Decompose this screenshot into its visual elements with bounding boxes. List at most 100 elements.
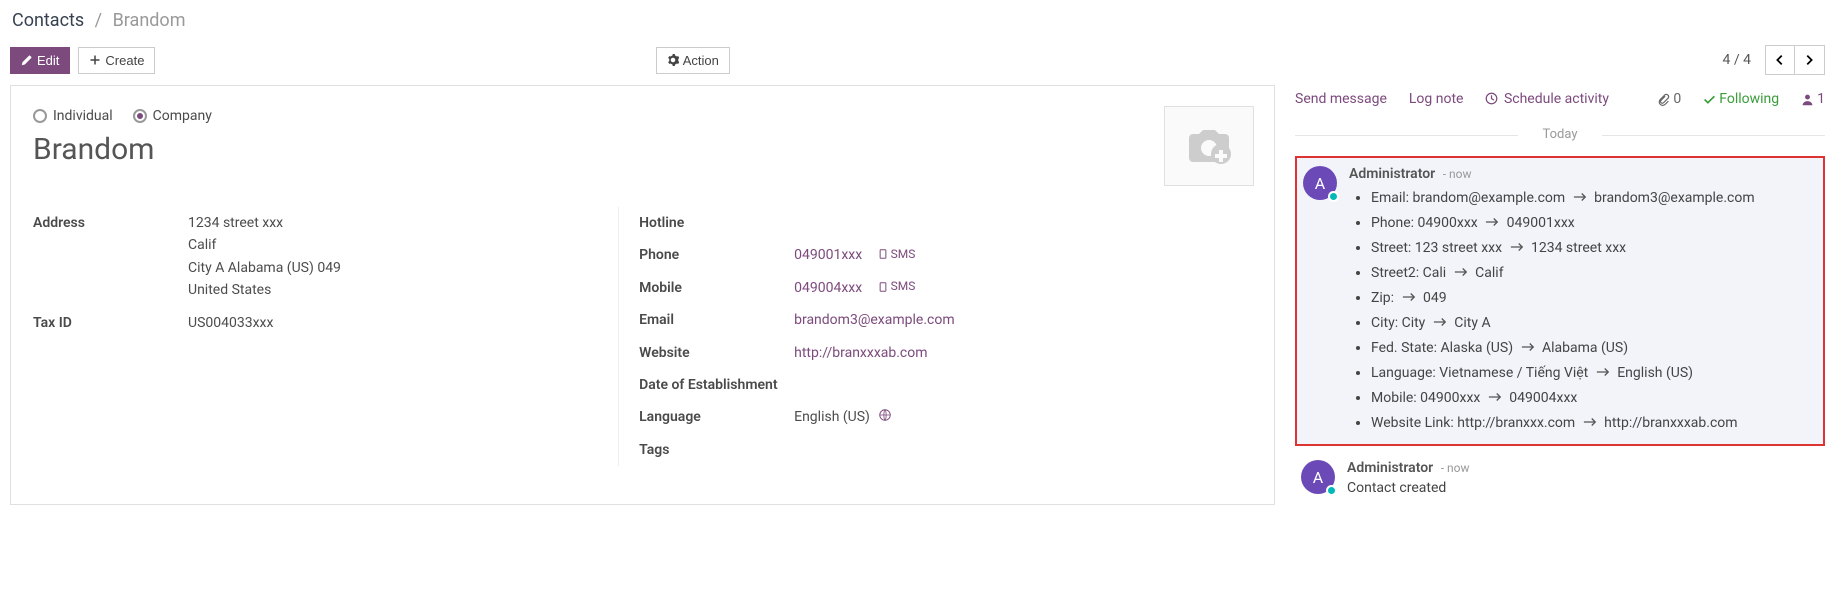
value-website[interactable]: http://branxxxab.com [794,345,927,361]
change-item: Language: Vietnamese / Tiếng Việt Englis… [1371,361,1817,386]
check-icon [1703,93,1716,106]
label-email: Email [639,309,794,331]
edit-button-label: Edit [37,53,59,68]
sms-label: SMS [891,245,916,264]
action-button[interactable]: Action [656,47,730,74]
mobile-icon [878,282,888,292]
radio-icon [33,109,47,123]
value-tags [794,439,1252,461]
label-taxid: Tax ID [33,312,188,334]
create-button-label: Create [105,53,144,68]
arrow-right-icon [1510,242,1524,252]
pager-prev-button[interactable] [1765,45,1795,75]
pager-next-button[interactable] [1795,45,1825,75]
message-author[interactable]: Administrator [1349,166,1435,182]
edit-button[interactable]: Edit [10,47,70,74]
change-item: Website Link: http://branxxx.com http://… [1371,411,1817,436]
message-text: Contact created [1347,480,1819,496]
value-doe [794,374,1252,396]
schedule-activity-label: Schedule activity [1504,91,1609,107]
address-line4: United States [188,279,618,301]
arrow-right-icon [1488,392,1502,402]
change-item: Street2: Cali Calif [1371,261,1817,286]
change-item: Fed. State: Alaska (US) Alabama (US) [1371,336,1817,361]
sms-button-mobile[interactable]: SMS [878,277,916,296]
user-icon [1801,93,1814,106]
message-created: A Administrator - now Contact created [1295,452,1825,504]
address-line2: Calif [188,234,618,256]
value-taxid: US004033xxx [188,312,618,334]
chatter-panel: Send message Log note Schedule activity … [1295,85,1825,505]
avatar: A [1301,460,1335,494]
radio-individual[interactable]: Individual [33,108,113,124]
label-tags: Tags [639,439,794,461]
avatar: A [1303,166,1337,200]
chevron-right-icon [1802,53,1816,67]
label-doe: Date of Establishment [639,374,794,396]
sms-button-phone[interactable]: SMS [878,245,916,264]
breadcrumb-separator: / [95,10,102,31]
presence-dot [1328,191,1339,202]
radio-company[interactable]: Company [133,108,212,124]
gear-icon [667,54,679,66]
form-panel: Individual Company Brandom Address [10,85,1275,505]
value-language: English (US) [794,409,870,425]
create-button[interactable]: Create [78,47,155,74]
change-list: Email: brandom@example.com brandom3@exam… [1371,186,1817,436]
arrow-right-icon [1402,292,1416,302]
arrow-right-icon [1596,367,1610,377]
value-hotline [794,212,1252,234]
toolbar: Edit Create Action 4 / 4 [0,41,1835,85]
label-language: Language [639,406,794,428]
radio-icon-checked [133,109,147,123]
message-author[interactable]: Administrator [1347,460,1433,476]
image-placeholder[interactable] [1164,106,1254,186]
arrow-right-icon [1433,317,1447,327]
pencil-icon [21,54,33,66]
page-title: Brandom [33,132,1252,167]
address-line3: City A Alabama (US) 049 [188,257,618,279]
follower-count: 1 [1817,91,1825,107]
presence-dot [1326,485,1337,496]
breadcrumb: Contacts / Brandom [0,0,1835,41]
value-email[interactable]: brandom3@example.com [794,312,955,328]
camera-plus-icon [1185,126,1233,166]
radio-individual-label: Individual [53,108,113,124]
arrow-right-icon [1521,342,1535,352]
label-address: Address [33,212,188,302]
date-divider: Today [1295,127,1825,142]
schedule-activity-button[interactable]: Schedule activity [1485,91,1609,107]
breadcrumb-current: Brandom [113,10,186,31]
breadcrumb-root[interactable]: Contacts [12,10,84,31]
address-line1: 1234 street xxx [188,212,618,234]
send-message-button[interactable]: Send message [1295,91,1387,107]
change-item: Zip: 049 [1371,286,1817,311]
globe-icon[interactable] [879,409,891,425]
label-phone: Phone [639,244,794,266]
attach-count: 0 [1673,91,1681,107]
sms-label: SMS [891,277,916,296]
arrow-right-icon [1454,267,1468,277]
value-mobile[interactable]: 049004xxx [794,280,862,296]
chevron-left-icon [1773,53,1787,67]
following-button[interactable]: Following [1703,91,1779,107]
message-time: - now [1443,167,1472,181]
followers-button[interactable]: 1 [1801,91,1825,107]
clock-icon [1485,92,1498,105]
change-item: Phone: 04900xxx 049001xxx [1371,211,1817,236]
following-label: Following [1719,91,1779,107]
action-button-label: Action [683,53,719,68]
mobile-icon [878,249,888,259]
label-hotline: Hotline [639,212,794,234]
arrow-right-icon [1485,217,1499,227]
arrow-right-icon [1573,192,1587,202]
arrow-right-icon [1583,417,1597,427]
value-phone[interactable]: 049001xxx [794,247,862,263]
paperclip-icon [1657,93,1670,106]
message-time: - now [1441,461,1470,475]
change-item: City: City City A [1371,311,1817,336]
plus-icon [89,54,101,66]
log-note-button[interactable]: Log note [1409,91,1464,107]
attachments-button[interactable]: 0 [1657,91,1681,107]
label-mobile: Mobile [639,277,794,299]
